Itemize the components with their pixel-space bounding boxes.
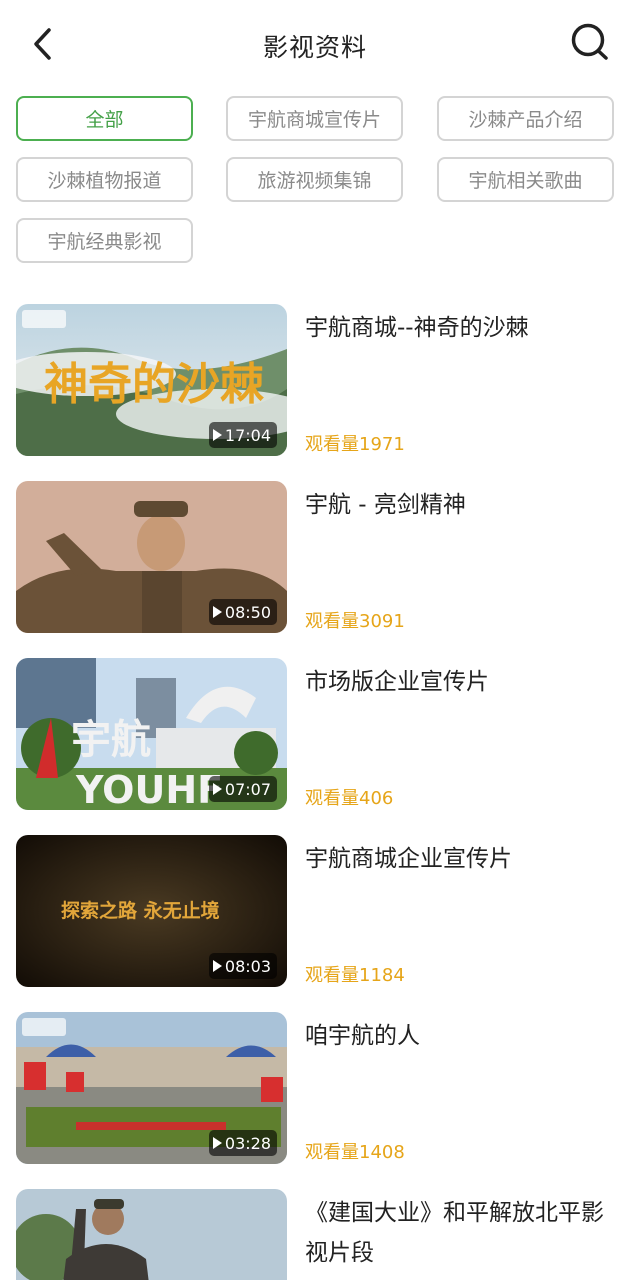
play-icon [212,429,222,441]
video-item[interactable]: 探索之路 永无止境 08:03 宇航商城企业宣传片 观看量1184 [0,835,630,989]
duration-badge: 08:03 [208,953,277,979]
svg-text:YOUHF: YOUHF [75,768,223,810]
video-title[interactable]: 宇航 - 亮剑精神 [305,485,615,525]
duration-badge: 03:28 [208,1130,277,1156]
duration-badge: 17:04 [208,422,277,448]
duration-text: 17:04 [224,425,271,445]
thumbnail-title-text: 探索之路 永无止境 [61,899,220,922]
video-item[interactable]: 《建国大业》和平解放北平影视片段 [0,1189,630,1280]
search-button[interactable] [568,20,612,64]
filter-chip-products[interactable]: 沙棘产品介绍 [437,96,614,141]
video-thumbnail[interactable]: 宇航 YOUHF 07:07 [16,658,287,810]
play-icon [212,606,222,618]
play-icon [212,960,222,972]
video-title[interactable]: 宇航商城企业宣传片 [305,839,615,879]
duration-text: 08:03 [224,956,271,976]
video-title[interactable]: 宇航商城--神奇的沙棘 [305,308,615,348]
view-count: 观看量3091 [305,611,405,632]
video-item[interactable]: 宇航 YOUHF 07:07 市场版企业宣传片 观看量406 [0,658,630,812]
filter-chip-songs[interactable]: 宇航相关歌曲 [437,157,614,202]
view-count: 观看量1971 [305,434,405,455]
video-thumbnail[interactable]: 探索之路 永无止境 08:03 [16,835,287,987]
video-item[interactable]: 08:50 宇航 - 亮剑精神 观看量3091 [0,481,630,635]
duration-text: 07:07 [224,779,271,799]
duration-badge: 07:07 [208,776,277,802]
filter-chip-promo[interactable]: 宇航商城宣传片 [226,96,403,141]
video-title[interactable]: 咱宇航的人 [305,1016,615,1056]
filter-chip-travel[interactable]: 旅游视频集锦 [226,157,403,202]
video-thumbnail[interactable] [16,1189,287,1280]
duration-text: 08:50 [224,602,271,622]
view-count: 观看量1184 [305,965,405,986]
video-item[interactable]: 神奇的沙棘 17:04 宇航商城--神奇的沙棘 观看量1971 [0,304,630,458]
thumbnail-title-text: 宇航 [71,716,151,763]
video-title[interactable]: 《建国大业》和平解放北平影视片段 [305,1193,615,1273]
filter-chip-plant-reports[interactable]: 沙棘植物报道 [16,157,193,202]
search-icon [571,23,608,60]
page-title: 影视资料 [262,33,367,62]
view-count: 观看量1408 [305,1142,405,1163]
duration-text: 03:28 [224,1133,271,1153]
duration-badge: 08:50 [208,599,277,625]
view-count: 观看量406 [305,788,394,809]
play-icon [212,1137,222,1149]
video-thumbnail[interactable]: 08:50 [16,481,287,633]
filter-chip-all[interactable]: 全部 [16,96,193,141]
video-thumbnail[interactable]: 03:28 [16,1012,287,1164]
thumbnail-title-text: 神奇的沙棘 [44,359,264,410]
video-title[interactable]: 市场版企业宣传片 [305,662,615,702]
play-icon [212,783,222,795]
app-header: 影视资料 [0,0,630,90]
video-thumbnail[interactable]: 神奇的沙棘 17:04 [16,304,287,456]
filter-chip-classic-films[interactable]: 宇航经典影视 [16,218,193,263]
video-item[interactable]: 03:28 咱宇航的人 观看量1408 [0,1012,630,1166]
